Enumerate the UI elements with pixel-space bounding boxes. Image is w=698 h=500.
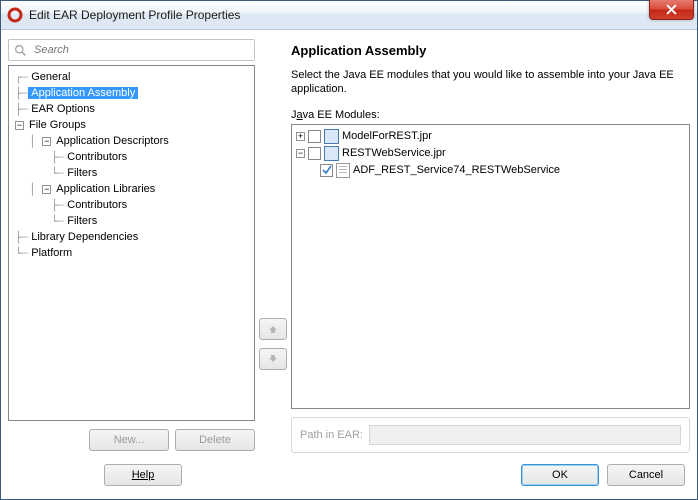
project-icon: [324, 146, 339, 161]
oracle-icon: [7, 7, 23, 23]
left-button-row: New... Delete: [8, 421, 255, 459]
reorder-buttons: [259, 39, 287, 459]
nav-app-descriptors[interactable]: Application Descriptors: [53, 135, 172, 147]
move-down-button[interactable]: [259, 348, 287, 370]
dialog-body: ┌┈General ├┈Application Assembly ├┈EAR O…: [1, 30, 697, 459]
right-panel: Application Assembly Select the Java EE …: [291, 39, 690, 459]
window-title: Edit EAR Deployment Profile Properties: [29, 8, 240, 22]
tree-collapse-icon[interactable]: −: [15, 121, 24, 130]
nav-contributors[interactable]: Contributors: [64, 151, 130, 163]
help-button[interactable]: Help: [104, 464, 182, 486]
new-button[interactable]: New...: [89, 429, 169, 451]
module-checkbox[interactable]: [308, 130, 321, 143]
module-row[interactable]: − RESTWebService.jpr: [294, 145, 687, 162]
path-in-ear-group: Path in EAR:: [291, 417, 690, 453]
nav-application-assembly[interactable]: Application Assembly: [28, 87, 138, 99]
tree-collapse-icon[interactable]: −: [42, 137, 51, 146]
tree-collapse-icon[interactable]: −: [296, 149, 305, 158]
project-icon: [324, 129, 339, 144]
tree-expand-icon[interactable]: +: [296, 132, 305, 141]
nav-file-groups[interactable]: File Groups: [26, 119, 89, 131]
nav-ear-options[interactable]: EAR Options: [28, 103, 98, 115]
module-row[interactable]: ADF_REST_Service74_RESTWebService: [294, 162, 687, 179]
page-description: Select the Java EE modules that you woul…: [291, 68, 690, 97]
module-label: ADF_REST_Service74_RESTWebService: [353, 164, 560, 176]
nav-tree[interactable]: ┌┈General ├┈Application Assembly ├┈EAR O…: [8, 65, 255, 421]
modules-tree[interactable]: + ModelForREST.jpr − RESTWebService.jpr …: [291, 124, 690, 409]
nav-general[interactable]: General: [28, 71, 73, 83]
left-panel: ┌┈General ├┈Application Assembly ├┈EAR O…: [8, 39, 255, 459]
module-checkbox[interactable]: [308, 147, 321, 160]
path-in-ear-label: Path in EAR:: [300, 429, 363, 441]
delete-button[interactable]: Delete: [175, 429, 255, 451]
dialog-window: Edit EAR Deployment Profile Properties ┌…: [0, 0, 698, 500]
search-box[interactable]: [8, 39, 255, 61]
module-label: RESTWebService.jpr: [342, 147, 446, 159]
nav-contributors[interactable]: Contributors: [64, 199, 130, 211]
close-button[interactable]: [649, 0, 694, 20]
cancel-button[interactable]: Cancel: [607, 464, 685, 486]
modules-label: Java EE Modules:: [291, 109, 690, 121]
search-icon: [14, 44, 27, 57]
ok-button[interactable]: OK: [521, 464, 599, 486]
module-row[interactable]: + ModelForREST.jpr: [294, 128, 687, 145]
dialog-footer: Help OK Cancel: [1, 459, 697, 499]
search-input[interactable]: [32, 43, 249, 57]
path-in-ear-field[interactable]: [369, 425, 681, 445]
move-up-button[interactable]: [259, 318, 287, 340]
nav-filters[interactable]: Filters: [64, 215, 100, 227]
page-heading: Application Assembly: [291, 43, 690, 58]
nav-filters[interactable]: Filters: [64, 167, 100, 179]
titlebar[interactable]: Edit EAR Deployment Profile Properties: [1, 1, 697, 30]
module-label: ModelForREST.jpr: [342, 130, 432, 142]
module-checkbox-checked[interactable]: [320, 164, 333, 177]
nav-app-libraries[interactable]: Application Libraries: [53, 183, 158, 195]
nav-library-deps[interactable]: Library Dependencies: [28, 231, 141, 243]
document-icon: [336, 163, 350, 178]
nav-platform[interactable]: Platform: [28, 247, 75, 259]
tree-collapse-icon[interactable]: −: [42, 185, 51, 194]
